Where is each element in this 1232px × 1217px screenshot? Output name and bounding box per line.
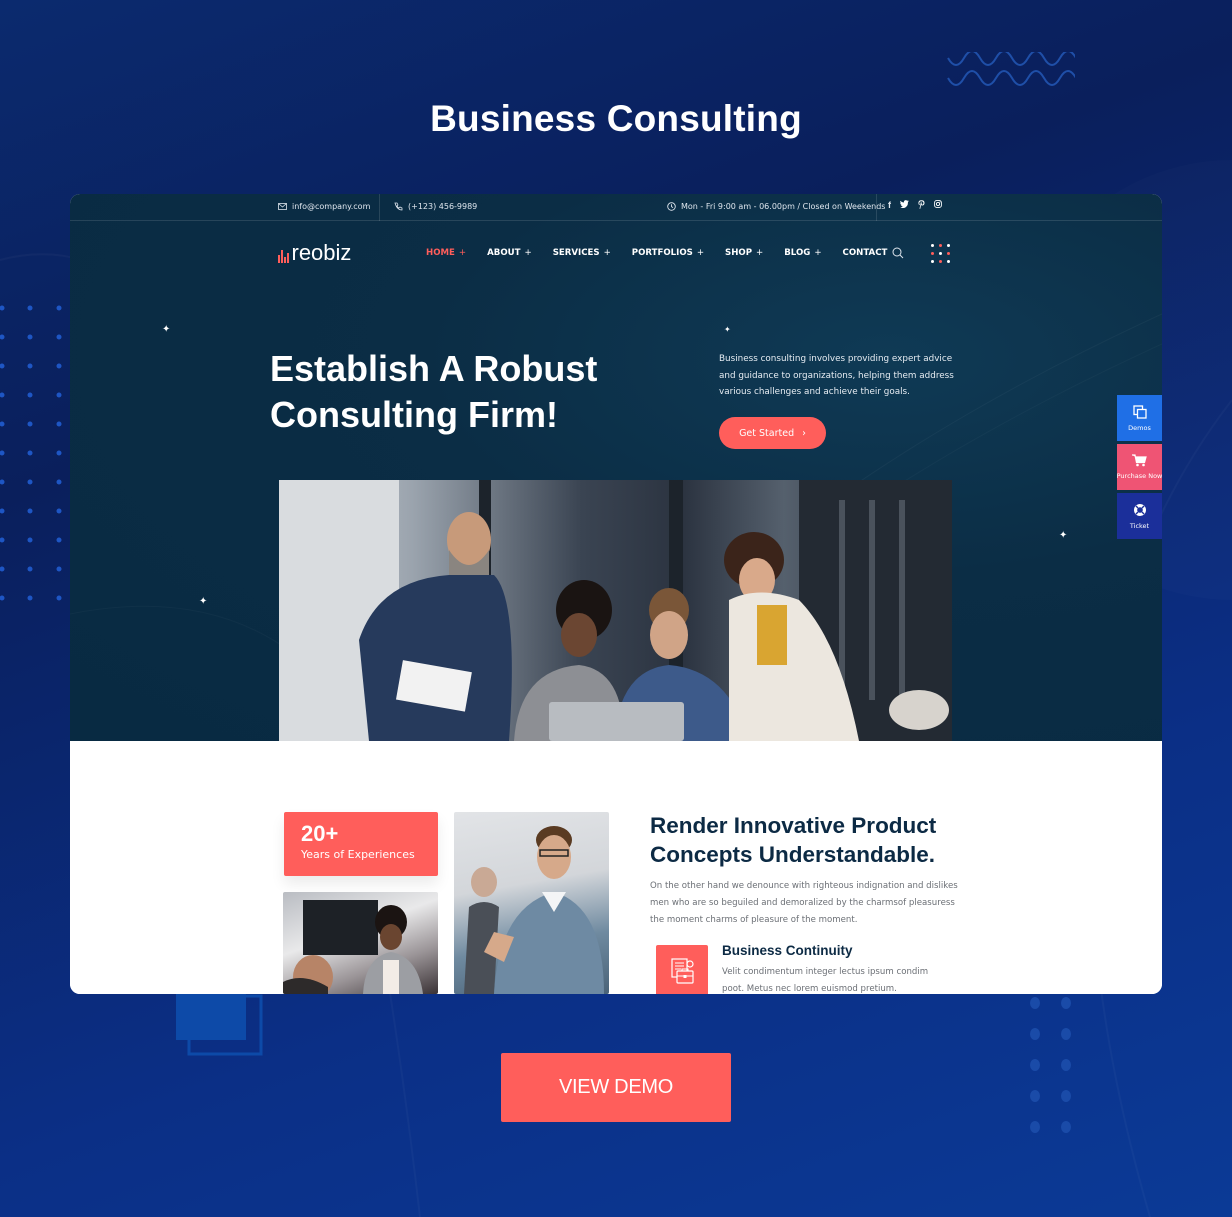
plus-icon: +: [756, 248, 764, 258]
nav-item-contact[interactable]: CONTACT: [843, 248, 888, 258]
pinterest-icon[interactable]: [918, 200, 925, 209]
facebook-icon[interactable]: f: [888, 200, 891, 210]
hero-title-line2: Consulting Firm!: [270, 394, 558, 435]
dot-grid-decoration-left: [0, 305, 62, 601]
demos-label: Demos: [1128, 423, 1151, 432]
nav-item-home[interactable]: HOME +: [426, 248, 466, 258]
social-links: f: [888, 200, 942, 210]
feature-description: Velit condimentum integer lectus ipsum c…: [722, 967, 929, 994]
plus-icon: +: [814, 248, 822, 258]
divider: [876, 194, 877, 221]
get-started-button[interactable]: Get Started ›: [719, 417, 826, 449]
side-widget: Demos Purchase Now Ticket: [1117, 395, 1162, 542]
hours-text: Mon - Fri 9:00 am - 06.00pm / Closed on …: [681, 202, 886, 211]
grid-menu-icon[interactable]: [931, 244, 950, 263]
nav-label: SERVICES: [552, 248, 600, 258]
ticket-label: Ticket: [1129, 521, 1150, 530]
nav-label: CONTACT: [842, 248, 888, 258]
nav-label: ABOUT: [487, 248, 521, 258]
phone-icon: [394, 202, 403, 211]
main-nav: reobiz HOME + ABOUT + SERVICES + PORTFOLIOS…: [70, 222, 1162, 284]
plus-icon: +: [603, 248, 611, 258]
promo-title: Business Consulting: [430, 98, 802, 139]
meeting-photo: [283, 892, 438, 994]
nav-item-services[interactable]: SERVICES +: [553, 248, 611, 258]
wave-decoration: [947, 52, 1075, 86]
hero-title: Establish A Robust Consulting Firm!: [270, 346, 650, 438]
nav-label: SHOP: [725, 248, 753, 258]
experience-number: 20+: [301, 821, 339, 846]
sparkle-icon: ✦: [1059, 530, 1068, 541]
nav-label: HOME: [426, 248, 455, 258]
demos-button[interactable]: Demos: [1117, 395, 1162, 441]
divider: [379, 194, 380, 221]
nav-label: PORTFOLIOS: [631, 248, 693, 258]
sparkle-icon: ✦: [199, 596, 208, 607]
nav-item-shop[interactable]: SHOP +: [725, 248, 763, 258]
hero-section: info@company.com (+123) 456-9989 Mon - F…: [70, 194, 1162, 741]
chevron-right-icon: ›: [802, 427, 806, 439]
search-icon[interactable]: [892, 247, 904, 259]
phone-text: (+123) 456-9989: [408, 202, 478, 211]
hero-description: Business consulting involves providing e…: [719, 354, 954, 398]
nav-menu: HOME + ABOUT + SERVICES + PORTFOLIOS + SHOP +…: [426, 248, 887, 258]
nav-item-about[interactable]: ABOUT +: [487, 248, 532, 258]
feature-icon-box: [656, 945, 708, 994]
about-section: 20+ Years of Experiences Render Innovati…: [70, 741, 1162, 994]
ticket-button[interactable]: Ticket: [1117, 493, 1162, 539]
business-hours: Mon - Fri 9:00 am - 06.00pm / Closed on …: [667, 202, 885, 211]
get-started-label: Get Started: [739, 427, 795, 439]
briefcase-document-icon: [671, 958, 694, 984]
twitter-icon[interactable]: [900, 200, 909, 208]
sparkle-icon: ✦: [724, 325, 731, 334]
nav-item-portfolios[interactable]: PORTFOLIOS +: [632, 248, 704, 258]
purchase-now-label: Purchase Now: [1116, 472, 1163, 480]
about-title: Render Innovative Product Concepts Under…: [650, 813, 937, 867]
handshake-photo: [454, 812, 609, 994]
hero-team-photo: [279, 480, 952, 741]
logo-text: reobiz: [291, 240, 352, 265]
sparkle-icon: ✦: [162, 324, 171, 335]
logo[interactable]: reobiz: [278, 240, 351, 266]
email-contact[interactable]: info@company.com: [278, 202, 370, 211]
email-text: info@company.com: [292, 202, 371, 211]
nav-item-blog[interactable]: BLOG +: [784, 248, 821, 258]
experience-label: Years of Experiences: [301, 848, 415, 861]
cart-icon: [1132, 454, 1147, 467]
instagram-icon[interactable]: [934, 200, 942, 208]
phone-contact[interactable]: (+123) 456-9989: [394, 202, 477, 211]
feature-title: Business Continuity: [722, 943, 853, 958]
dot-grid-decoration-right: [1030, 997, 1071, 1133]
hero-title-line1: Establish A Robust: [270, 348, 598, 389]
view-demo-button[interactable]: VIEW DEMO: [501, 1053, 731, 1122]
clock-icon: [667, 202, 676, 211]
experience-badge: 20+ Years of Experiences: [284, 812, 438, 876]
copy-icon: [1132, 404, 1147, 419]
lifebuoy-icon: [1133, 503, 1146, 516]
logo-bars-icon: [278, 247, 289, 263]
nav-label: BLOG: [784, 248, 811, 258]
top-info-bar: info@company.com (+123) 456-9989 Mon - F…: [70, 194, 1162, 221]
about-description: On the other hand we denounce with right…: [650, 881, 958, 925]
mail-icon: [278, 203, 287, 210]
plus-icon: +: [458, 248, 467, 258]
website-preview: info@company.com (+123) 456-9989 Mon - F…: [70, 194, 1162, 994]
purchase-now-button[interactable]: Purchase Now: [1117, 444, 1162, 490]
plus-icon: +: [524, 248, 532, 258]
plus-icon: +: [696, 248, 705, 258]
square-decoration: [176, 990, 263, 1056]
